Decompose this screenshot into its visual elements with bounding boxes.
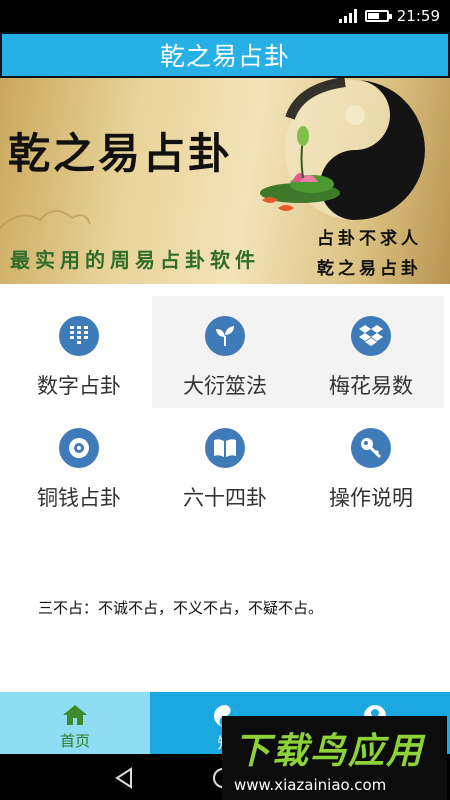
book-icon bbox=[205, 428, 245, 468]
banner-slogan: 最实用的周易占卦软件 bbox=[10, 248, 260, 272]
status-time: 21:59 bbox=[396, 7, 440, 25]
banner-motto-line2: 乾之易占卦 bbox=[317, 259, 422, 279]
keypad-icon bbox=[59, 316, 99, 356]
status-bar: 21:59 bbox=[0, 0, 450, 32]
home-icon bbox=[63, 705, 87, 725]
key-icon bbox=[351, 428, 391, 468]
battery-icon bbox=[364, 10, 392, 22]
status-indicators: 21:59 bbox=[338, 6, 440, 26]
grid-item-instructions[interactable]: 操作说明 bbox=[298, 408, 444, 520]
watermark-url: www.xiazainiao.com bbox=[234, 776, 387, 794]
grid-item-label: 六十四卦 bbox=[183, 486, 267, 510]
grid-item-label: 数字占卦 bbox=[37, 374, 121, 398]
watermark-logo: 下载鸟应用 bbox=[234, 731, 425, 772]
grid-item-label: 梅花易数 bbox=[329, 374, 413, 398]
grid-item-plum-blossom[interactable]: 梅花易数 bbox=[298, 296, 444, 408]
app-title-bar: 乾之易占卦 bbox=[0, 32, 450, 78]
three-rules-note: 三不占：不诚不占，不义不占，不疑不占。 bbox=[38, 599, 324, 617]
battery-level bbox=[367, 13, 379, 19]
coin-icon bbox=[59, 428, 99, 468]
grid-item-coin-divination[interactable]: 铜钱占卦 bbox=[6, 408, 152, 520]
watermark-overlay: 下载鸟应用 www.xiazainiao.com bbox=[222, 716, 447, 800]
grid-item-label: 操作说明 bbox=[329, 486, 413, 510]
grid-item-label: 铜钱占卦 bbox=[37, 486, 121, 510]
signal-icon bbox=[338, 9, 357, 23]
grid-item-64-hexagrams[interactable]: 六十四卦 bbox=[152, 408, 298, 520]
function-grid: 数字占卦 大衍筮法 梅花易数 铜钱占卦 六十四卦 操作说明 bbox=[6, 296, 444, 520]
page-title: 乾之易占卦 bbox=[159, 42, 290, 71]
grid-item-label: 大衍筮法 bbox=[183, 374, 267, 398]
banner-motto-line1: 占卦不求人 bbox=[317, 229, 422, 249]
sprout-icon bbox=[205, 316, 245, 356]
grid-item-dayan-method[interactable]: 大衍筮法 bbox=[152, 296, 298, 408]
tab-home[interactable]: 首页 bbox=[0, 692, 150, 754]
grid-item-number-divination[interactable]: 数字占卦 bbox=[6, 296, 152, 408]
banner-title: 乾之易占卦 bbox=[8, 129, 234, 178]
back-icon[interactable] bbox=[113, 767, 135, 789]
banner-image: 乾之易占卦 最实用的周易占卦软件 占卦不求人 乾之易占卦 bbox=[0, 78, 450, 284]
tab-label: 首页 bbox=[59, 732, 90, 750]
dropbox-icon bbox=[351, 316, 391, 356]
